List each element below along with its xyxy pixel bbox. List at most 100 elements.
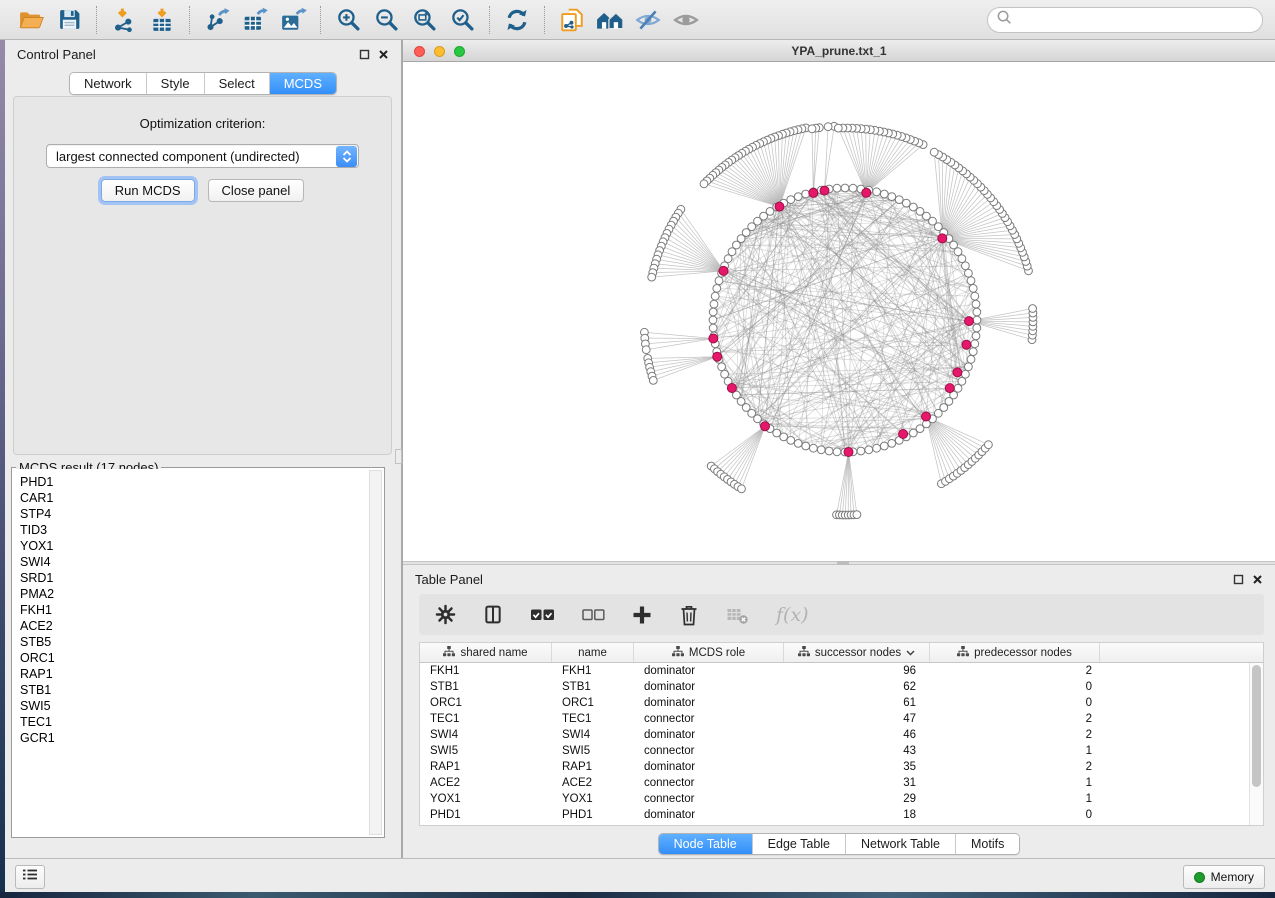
columns-button[interactable] — [483, 604, 503, 625]
network-window-titlebar: YPA_prune.txt_1 — [403, 40, 1275, 62]
clone-network-button[interactable] — [553, 4, 591, 36]
mcds-result-item[interactable]: TID3 — [20, 522, 368, 538]
mcds-result-item[interactable]: GCR1 — [20, 730, 368, 746]
column-header-successor-nodes[interactable]: successor nodes — [784, 643, 930, 662]
select-all-button[interactable] — [530, 608, 555, 622]
tab-network-table[interactable]: Network Table — [845, 834, 955, 854]
column-header-name[interactable]: name — [552, 643, 634, 662]
column-header-shared-name[interactable]: shared name — [420, 643, 552, 662]
mcds-result-item[interactable]: SWI5 — [20, 698, 368, 714]
memory-status-icon — [1194, 872, 1205, 883]
mcds-result-item[interactable]: YOX1 — [20, 538, 368, 554]
mcds-result-item[interactable]: FKH1 — [20, 602, 368, 618]
tab-node-table[interactable]: Node Table — [659, 834, 752, 854]
mcds-result-item[interactable]: ORC1 — [20, 650, 368, 666]
network-window: YPA_prune.txt_1 — [403, 40, 1275, 561]
table-row[interactable]: FKH1FKH1dominator962 — [420, 663, 1249, 679]
export-network-button[interactable] — [198, 4, 236, 36]
import-network-button[interactable] — [105, 4, 143, 36]
deselect-all-button[interactable] — [582, 609, 605, 621]
import-table-button[interactable] — [143, 4, 181, 36]
cell-MCDS-role: dominator — [634, 729, 784, 741]
close-panel-icon[interactable] — [378, 49, 389, 60]
mcds-result-item[interactable]: SRD1 — [20, 570, 368, 586]
cell-MCDS-role: connector — [634, 713, 784, 725]
network-canvas[interactable] — [403, 62, 1275, 561]
export-table-button[interactable] — [236, 4, 274, 36]
show-all-button[interactable] — [667, 4, 705, 36]
mcds-result-scrollbar[interactable] — [369, 470, 382, 835]
settings-button[interactable] — [435, 604, 456, 625]
minimize-window-traffic-light[interactable] — [434, 46, 445, 57]
mcds-result-item[interactable]: PHD1 — [20, 474, 368, 490]
cell-name: FKH1 — [552, 665, 634, 677]
first-neighbors-button[interactable] — [591, 4, 629, 36]
table-row[interactable]: TEC1TEC1connector472 — [420, 711, 1249, 727]
mcds-result-item[interactable]: TEC1 — [20, 714, 368, 730]
mcds-result-item[interactable]: CAR1 — [20, 490, 368, 506]
cell-MCDS-role: dominator — [634, 681, 784, 693]
zoom-selected-button[interactable] — [443, 4, 481, 36]
select-all-icon — [530, 608, 555, 622]
refresh-view-button[interactable] — [498, 4, 536, 36]
table-row[interactable]: ACE2ACE2connector311 — [420, 775, 1249, 791]
close-window-traffic-light[interactable] — [414, 46, 425, 57]
column-header-predecessor-nodes[interactable]: predecessor nodes — [930, 643, 1100, 662]
float-panel-icon[interactable] — [1233, 574, 1244, 585]
optimization-criterion-label: Optimization criterion: — [14, 116, 391, 131]
show-all-icon — [673, 8, 699, 32]
main-toolbar — [0, 0, 1275, 40]
hide-selected-button[interactable] — [629, 4, 667, 36]
sort-descending-icon — [906, 647, 915, 659]
graph-leaf-nodes[interactable] — [641, 122, 1037, 519]
mcds-result-item[interactable]: SWI4 — [20, 554, 368, 570]
zoom-in-button[interactable] — [329, 4, 367, 36]
zoom-fit-button[interactable] — [405, 4, 443, 36]
tab-network[interactable]: Network — [70, 73, 146, 94]
tab-motifs[interactable]: Motifs — [955, 834, 1019, 854]
network-graph[interactable] — [403, 62, 1275, 561]
table-row[interactable]: YOX1YOX1connector291 — [420, 791, 1249, 807]
close-panel-icon[interactable] — [1252, 574, 1263, 585]
criterion-dropdown[interactable]: largest connected component (undirected) — [46, 144, 359, 168]
task-history-button[interactable] — [15, 865, 45, 889]
columns-icon — [483, 604, 503, 625]
mcds-result-item[interactable]: PMA2 — [20, 586, 368, 602]
table-row[interactable]: SWI5SWI5connector431 — [420, 743, 1249, 759]
settings-icon — [435, 604, 456, 625]
table-scrollbar-thumb[interactable] — [1252, 665, 1261, 787]
mcds-result-item[interactable]: STB1 — [20, 682, 368, 698]
open-file-button[interactable] — [12, 4, 50, 36]
tab-edge-table[interactable]: Edge Table — [752, 834, 845, 854]
zoom-out-button[interactable] — [367, 4, 405, 36]
mcds-result-item[interactable]: STP4 — [20, 506, 368, 522]
table-row[interactable]: PHD1PHD1dominator180 — [420, 807, 1249, 823]
table-row[interactable]: ORC1ORC1dominator610 — [420, 695, 1249, 711]
table-row[interactable]: RAP1RAP1dominator352 — [420, 759, 1249, 775]
mcds-result-item[interactable]: ACE2 — [20, 618, 368, 634]
search-input[interactable] — [1018, 13, 1254, 27]
delete-row-button[interactable] — [679, 604, 699, 626]
export-image-button[interactable] — [274, 4, 312, 36]
toolbar-icon-group — [12, 4, 705, 36]
column-header-MCDS-role[interactable]: MCDS role — [634, 643, 784, 662]
maximize-window-traffic-light[interactable] — [454, 46, 465, 57]
table-row[interactable]: STB1STB1dominator620 — [420, 679, 1249, 695]
tab-mcds[interactable]: MCDS — [269, 73, 336, 94]
float-panel-icon[interactable] — [359, 49, 370, 60]
tab-style[interactable]: Style — [146, 73, 204, 94]
add-row-button[interactable] — [632, 605, 652, 625]
cell-name: RAP1 — [552, 761, 634, 773]
memory-button[interactable]: Memory — [1183, 865, 1265, 889]
control-panel-title: Control Panel — [17, 47, 96, 62]
close-panel-button[interactable]: Close panel — [208, 179, 305, 202]
save-session-button[interactable] — [50, 4, 88, 36]
zoom-fit-icon — [412, 7, 437, 32]
mcds-result-item[interactable]: STB5 — [20, 634, 368, 650]
tab-select[interactable]: Select — [204, 73, 269, 94]
run-mcds-button[interactable]: Run MCDS — [101, 179, 195, 202]
table-row[interactable]: SWI4SWI4dominator462 — [420, 727, 1249, 743]
cell-name: STB1 — [552, 681, 634, 693]
divider-grip-icon[interactable] — [395, 449, 402, 464]
mcds-result-item[interactable]: RAP1 — [20, 666, 368, 682]
